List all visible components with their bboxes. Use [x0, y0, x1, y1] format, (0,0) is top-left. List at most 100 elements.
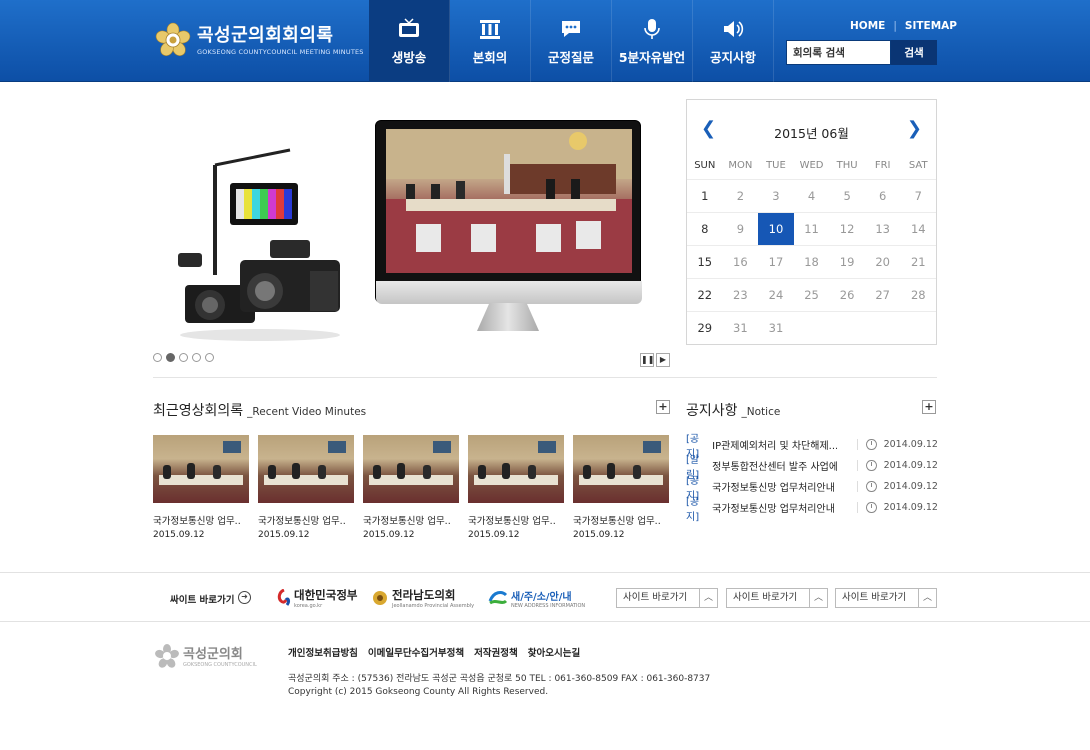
calendar-day[interactable]: 9 — [723, 213, 759, 245]
calendar-day[interactable]: 21 — [900, 246, 936, 278]
section-divider — [153, 377, 937, 378]
calendar-day[interactable]: 12 — [829, 213, 865, 245]
video-title[interactable]: 국가정보통신망 업무.. — [573, 513, 669, 527]
notice-text[interactable]: IP관제예외처리 및 차단해제... — [712, 437, 837, 452]
video-item[interactable]: 국가정보통신망 업무.. 2015.09.12 — [363, 435, 459, 540]
calendar-day[interactable]: 3 — [758, 180, 794, 212]
notice-item[interactable]: [공지] 국가정보통신망 업무처리안내 2014.09.12 — [686, 497, 938, 523]
video-item[interactable]: 국가정보통신망 업무.. 2015.09.12 — [153, 435, 249, 540]
video-title[interactable]: 국가정보통신망 업무.. — [153, 513, 249, 527]
calendar-day[interactable]: 18 — [794, 246, 830, 278]
calendar-day[interactable]: 8 — [687, 213, 723, 245]
calendar-next-icon[interactable]: ❯ — [907, 118, 922, 139]
footer-link-privacy[interactable]: 개인정보취급방침 — [288, 645, 358, 659]
calendar-day-today[interactable]: 10 — [758, 213, 794, 245]
nav-item-notice[interactable]: 공지사항 — [693, 0, 774, 82]
site-select-3[interactable]: 사이트 바로가기 ︿ — [835, 588, 937, 608]
calendar-day[interactable]: 29 — [687, 312, 723, 344]
calendar-title: 2015년 06월 — [774, 126, 849, 141]
video-thumbnail[interactable] — [573, 435, 669, 503]
nav-item-live[interactable]: 생방송 — [369, 0, 450, 82]
video-date: 2015.09.12 — [153, 530, 205, 540]
calendar-day[interactable]: 26 — [829, 279, 865, 311]
video-title[interactable]: 국가정보통신망 업무.. — [363, 513, 459, 527]
notice-text[interactable]: 국가정보통신망 업무처리안내 — [712, 479, 837, 494]
footer-link-directions[interactable]: 찾아오시는길 — [528, 645, 580, 659]
video-title[interactable]: 국가정보통신망 업무.. — [258, 513, 354, 527]
search-button[interactable]: 검색 — [891, 40, 937, 65]
site-select-2[interactable]: 사이트 바로가기 ︿ — [726, 588, 828, 608]
calendar-day[interactable]: 25 — [794, 279, 830, 311]
home-link[interactable]: HOME — [850, 20, 885, 32]
sitemap-link[interactable]: SITEMAP — [905, 20, 957, 32]
video-thumbnail[interactable] — [258, 435, 354, 503]
calendar-day[interactable]: 19 — [829, 246, 865, 278]
calendar-day[interactable]: 31 — [758, 312, 794, 344]
video-thumbnail[interactable] — [153, 435, 249, 503]
calendar-day[interactable]: 11 — [794, 213, 830, 245]
calendar-day[interactable]: 20 — [865, 246, 901, 278]
nav-item-free-speech[interactable]: 5분자유발언 — [612, 0, 693, 82]
calendar-day[interactable]: 14 — [900, 213, 936, 245]
calendar-day[interactable]: 31 — [723, 312, 759, 344]
calendar-day[interactable]: 17 — [758, 246, 794, 278]
banner-korea-gov[interactable]: 대한민국정부 korea.go.kr — [276, 585, 357, 611]
recent-more-button[interactable]: + — [656, 400, 670, 414]
search-input[interactable] — [786, 40, 891, 65]
notice-more-button[interactable]: + — [922, 400, 936, 414]
calendar-day[interactable]: 22 — [687, 279, 723, 311]
pause-button[interactable]: ❚❚ — [640, 353, 654, 367]
notice-item[interactable]: [공지] 국가정보통신망 업무처리안내 2014.09.12 — [686, 476, 938, 502]
notice-item[interactable]: [공지] IP관제예외처리 및 차단해제... 2014.09.12 — [686, 434, 938, 460]
footer-copyright: Copyright (c) 2015 Gokseong County All R… — [288, 687, 549, 697]
video-title[interactable]: 국가정보통신망 업무.. — [468, 513, 564, 527]
calendar-day[interactable]: 15 — [687, 246, 723, 278]
nav-label: 5분자유발언 — [618, 50, 686, 65]
banner-name: 전라남도의회 — [392, 588, 456, 602]
recent-subtitle: _Recent Video Minutes — [247, 406, 367, 418]
logo-subtitle: GOKSEONG COUNTYCOUNCIL MEETING MINUTES — [197, 47, 364, 56]
search-box: 검색 — [786, 40, 937, 65]
calendar-day[interactable]: 2 — [723, 180, 759, 212]
next-slide-button[interactable]: ▶ — [656, 353, 670, 367]
video-item[interactable]: 국가정보통신망 업무.. 2015.09.12 — [573, 435, 669, 540]
calendar-day[interactable]: 24 — [758, 279, 794, 311]
footer-address: 곡성군의회 주소 : (57536) 전라남도 곡성군 곡성읍 군청로 50 T… — [288, 674, 711, 684]
notice-text[interactable]: 국가정보통신망 업무처리안내 — [712, 500, 837, 515]
nav-item-question[interactable]: 군정질문 — [531, 0, 612, 82]
footer-link-email-policy[interactable]: 이메일무단수집거부정책 — [368, 645, 464, 659]
notice-text[interactable]: 정부통합전산센터 발주 사업에... — [712, 458, 837, 473]
video-item[interactable]: 국가정보통신망 업무.. 2015.09.12 — [258, 435, 354, 540]
calendar-day[interactable]: 16 — [723, 246, 759, 278]
chevron-up-icon: ︿ — [809, 589, 827, 607]
calendar-day[interactable]: 13 — [865, 213, 901, 245]
notice-tag: [공지] — [686, 496, 700, 523]
slider-dot[interactable] — [205, 353, 214, 362]
site-select-1[interactable]: 사이트 바로가기 ︿ — [616, 588, 718, 608]
calendar-day[interactable]: 27 — [865, 279, 901, 311]
site-links-label: 싸이트 바로가기 — [170, 595, 235, 606]
calendar-day[interactable]: 4 — [794, 180, 830, 212]
slider-dot-active[interactable] — [166, 353, 175, 362]
banner-jeonnam-council[interactable]: 전라남도의회 Jeollanamdo Provincial Assembly — [372, 585, 474, 611]
video-thumbnail[interactable] — [468, 435, 564, 503]
footer-logo-name: 곡성군의회 — [183, 647, 243, 662]
notice-item[interactable]: [알림] 정부통합전산센터 발주 사업에... 2014.09.12 — [686, 455, 938, 481]
site-logo[interactable]: 곡성군의회회의록 GOKSEONG COUNTYCOUNCIL MEETING … — [155, 22, 364, 58]
calendar-day[interactable]: 23 — [723, 279, 759, 311]
calendar-day[interactable]: 5 — [829, 180, 865, 212]
banner-new-address[interactable]: 새/주/소/안/내 NEW ADDRESS INFORMATION — [488, 585, 585, 611]
video-thumbnail[interactable] — [363, 435, 459, 503]
notice-subtitle: _Notice — [741, 406, 781, 418]
slider-dot[interactable] — [153, 353, 162, 362]
nav-item-plenary[interactable]: 본회의 — [450, 0, 531, 82]
footer-link-copyright[interactable]: 저작권정책 — [474, 645, 518, 659]
video-item[interactable]: 국가정보통신망 업무.. 2015.09.12 — [468, 435, 564, 540]
calendar-day[interactable]: 28 — [900, 279, 936, 311]
slider-dot[interactable] — [179, 353, 188, 362]
slider-dot[interactable] — [192, 353, 201, 362]
calendar-day[interactable]: 1 — [687, 180, 723, 212]
calendar-day[interactable]: 6 — [865, 180, 901, 212]
calendar-weekday: SAT — [908, 160, 928, 171]
calendar-day[interactable]: 7 — [900, 180, 936, 212]
